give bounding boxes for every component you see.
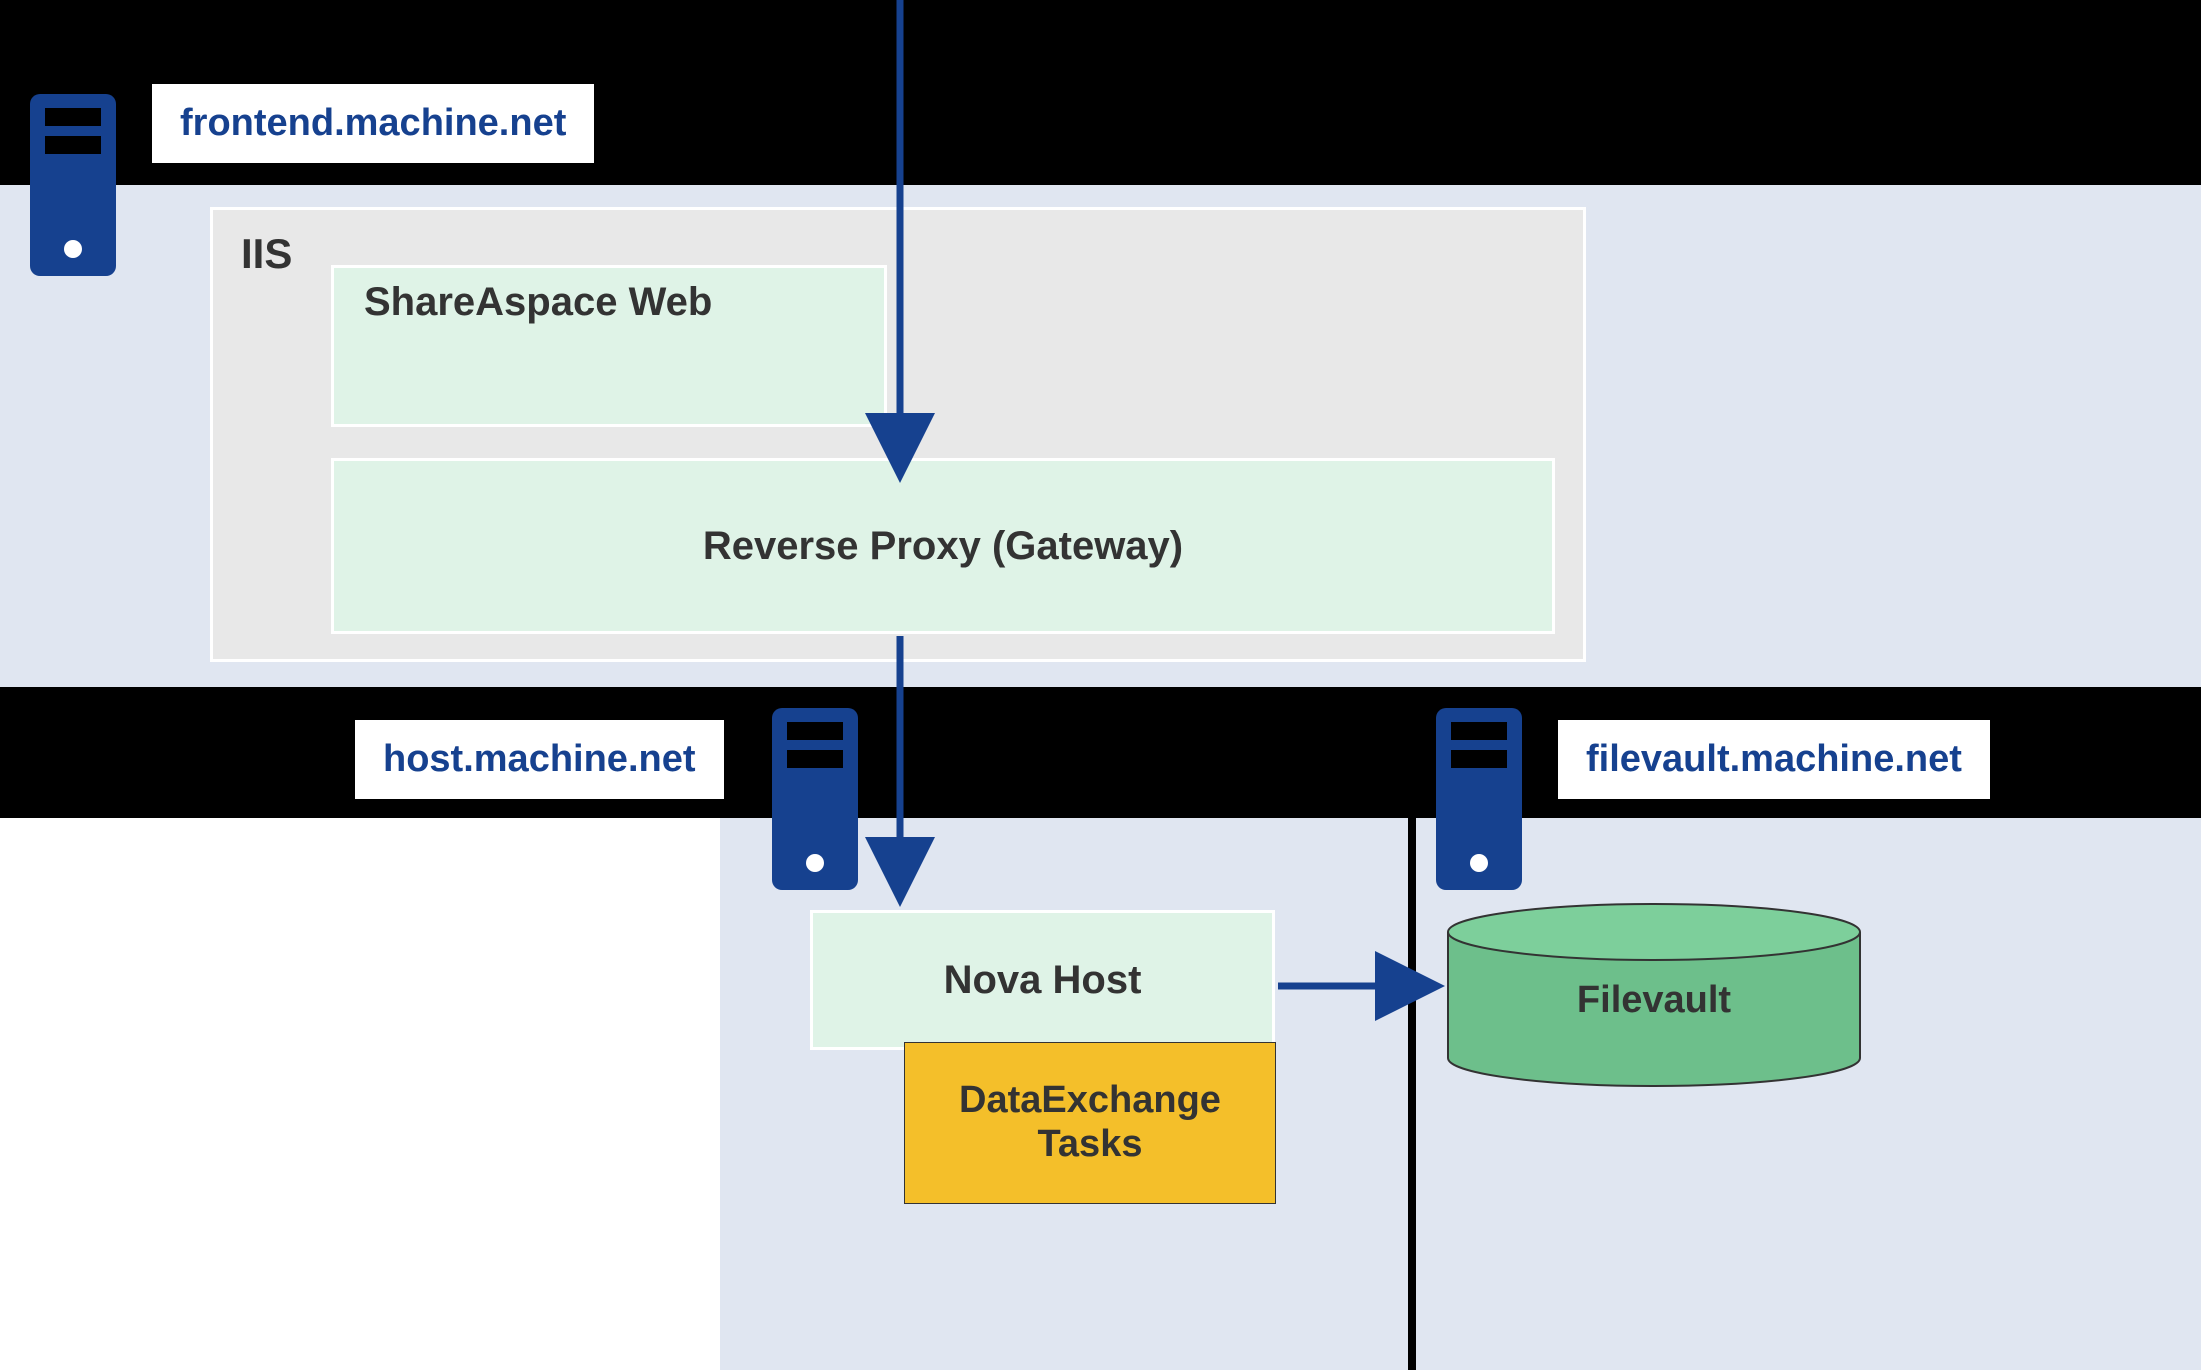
arrows-overlay xyxy=(0,0,2201,1370)
